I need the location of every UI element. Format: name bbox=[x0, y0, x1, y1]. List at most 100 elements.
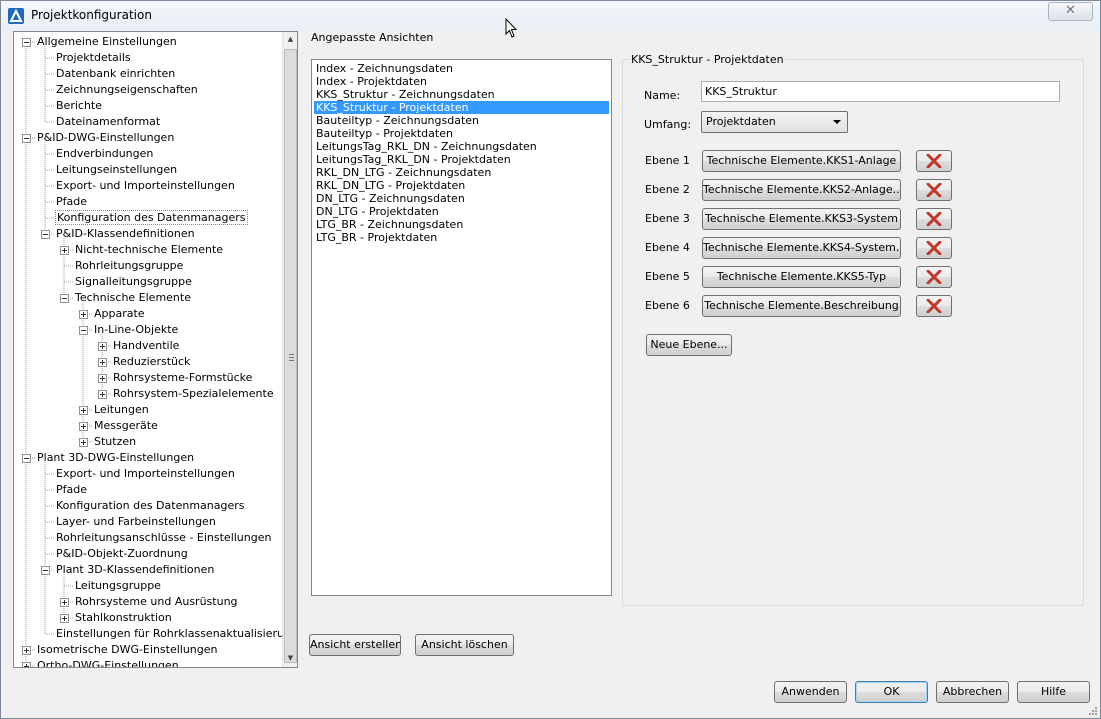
level-property-button[interactable]: Technische Elemente.KKS1-Anlage bbox=[702, 150, 901, 172]
tree-item[interactable]: In-Line-Objekte bbox=[79, 322, 179, 338]
help-button[interactable]: Hilfe bbox=[1017, 681, 1090, 703]
tree-item[interactable]: Datenbank einrichten bbox=[55, 66, 176, 82]
delete-level-button[interactable] bbox=[916, 266, 952, 288]
level-property-button[interactable]: Technische Elemente.KKS2-Anlage... bbox=[702, 179, 901, 201]
delete-level-button[interactable] bbox=[916, 150, 952, 172]
create-view-button[interactable]: Ansicht erstellen bbox=[309, 634, 401, 656]
view-list-item[interactable]: KKS_Struktur - Zeichnungsdaten bbox=[314, 88, 609, 101]
view-list-item[interactable]: Index - Projektdaten bbox=[314, 75, 609, 88]
level-property-button[interactable]: Technische Elemente.KKS3-System bbox=[702, 208, 901, 230]
collapse-minus-icon[interactable] bbox=[22, 134, 31, 143]
tree-item[interactable]: Handventile bbox=[98, 338, 180, 354]
tree-item[interactable]: P&ID-Klassendefinitionen bbox=[41, 226, 196, 242]
view-list-item[interactable]: RKL_DN_LTG - Projektdaten bbox=[314, 179, 609, 192]
expand-plus-icon[interactable] bbox=[98, 390, 107, 399]
collapse-minus-icon[interactable] bbox=[41, 230, 50, 239]
collapse-minus-icon[interactable] bbox=[22, 454, 31, 463]
tree-item[interactable]: Rohrsystem-Spezialelemente bbox=[98, 386, 275, 402]
delete-level-button[interactable] bbox=[916, 179, 952, 201]
tree-item[interactable]: Reduzierstück bbox=[98, 354, 191, 370]
expand-plus-icon[interactable] bbox=[22, 646, 31, 655]
view-list-item[interactable]: Bauteiltyp - Projektdaten bbox=[314, 127, 609, 140]
expand-plus-icon[interactable] bbox=[98, 358, 107, 367]
view-list-item[interactable]: DN_LTG - Projektdaten bbox=[314, 205, 609, 218]
view-list-item[interactable]: RKL_DN_LTG - Zeichnungsdaten bbox=[314, 166, 609, 179]
tree-item[interactable]: Konfiguration des Datenmanagers bbox=[55, 210, 248, 226]
expand-plus-icon[interactable] bbox=[79, 438, 88, 447]
collapse-minus-icon[interactable] bbox=[60, 294, 69, 303]
scroll-up-arrow-icon[interactable]: ▲ bbox=[283, 32, 298, 47]
delete-level-button[interactable] bbox=[916, 237, 952, 259]
level-property-button[interactable]: Technische Elemente.KKS4-System... bbox=[702, 237, 901, 259]
expand-plus-icon[interactable] bbox=[98, 374, 107, 383]
tree-item[interactable]: Messgeräte bbox=[79, 418, 159, 434]
collapse-minus-icon[interactable] bbox=[79, 326, 88, 335]
tree-item[interactable]: Export- und Importeinstellungen bbox=[55, 178, 236, 194]
tree-item[interactable]: Nicht-technische Elemente bbox=[60, 242, 224, 258]
tree-scrollbar[interactable]: ▲ ▼ bbox=[282, 32, 297, 667]
tree-item[interactable]: Plant 3D-DWG-Einstellungen bbox=[22, 450, 195, 466]
tree-item[interactable]: Einstellungen für Rohrklassenaktualisier… bbox=[55, 626, 297, 642]
cancel-button[interactable]: Abbrechen bbox=[936, 681, 1009, 703]
view-list-item[interactable]: LTG_BR - Projektdaten bbox=[314, 231, 609, 244]
expand-plus-icon[interactable] bbox=[79, 422, 88, 431]
tree-item[interactable]: Allgemeine Einstellungen bbox=[22, 34, 178, 50]
view-list-item[interactable]: Bauteiltyp - Zeichnungsdaten bbox=[314, 114, 609, 127]
tree-item[interactable]: Pfade bbox=[55, 194, 88, 210]
tree-item[interactable]: Berichte bbox=[55, 98, 103, 114]
close-button[interactable]: ✕ bbox=[1048, 2, 1093, 21]
delete-view-button[interactable]: Ansicht löschen bbox=[415, 634, 514, 656]
resize-grip-icon[interactable] bbox=[1086, 704, 1098, 716]
tree-item[interactable]: Leitungen bbox=[79, 402, 150, 418]
tree-item[interactable]: Dateinamenformat bbox=[55, 114, 161, 130]
delete-level-button[interactable] bbox=[916, 295, 952, 317]
settings-tree[interactable]: Allgemeine Einstellungen Projektdetails Da… bbox=[13, 31, 298, 668]
name-field[interactable]: KKS_Struktur bbox=[701, 81, 1060, 102]
tree-item[interactable]: Stahlkonstruktion bbox=[60, 610, 173, 626]
tree-item[interactable]: Projektdetails bbox=[55, 50, 132, 66]
collapse-minus-icon[interactable] bbox=[22, 38, 31, 47]
tree-item[interactable]: Ortho-DWG-Einstellungen bbox=[22, 658, 180, 667]
level-property-button[interactable]: Technische Elemente.Beschreibung bbox=[702, 295, 901, 317]
tree-item[interactable]: P&ID-Objekt-Zuordnung bbox=[55, 546, 189, 562]
expand-plus-icon[interactable] bbox=[60, 614, 69, 623]
tree-item[interactable]: Rohrsysteme und Ausrüstung bbox=[60, 594, 239, 610]
tree-item[interactable]: Rohrleitungsgruppe bbox=[74, 258, 184, 274]
tree-item[interactable]: Apparate bbox=[79, 306, 146, 322]
apply-button[interactable]: Anwenden bbox=[774, 681, 847, 703]
tree-item[interactable]: Export- und Importeinstellungen bbox=[55, 466, 236, 482]
tree-item[interactable]: Stutzen bbox=[79, 434, 137, 450]
tree-item[interactable]: Isometrische DWG-Einstellungen bbox=[22, 642, 219, 658]
scroll-down-arrow-icon[interactable]: ▼ bbox=[283, 651, 298, 666]
view-list-item[interactable]: KKS_Struktur - Projektdaten bbox=[314, 101, 609, 114]
view-list-item[interactable]: DN_LTG - Zeichnungsdaten bbox=[314, 192, 609, 205]
view-list-item[interactable]: Index - Zeichnungsdaten bbox=[314, 62, 609, 75]
scope-select[interactable]: Projektdaten bbox=[701, 111, 848, 133]
expand-plus-icon[interactable] bbox=[60, 598, 69, 607]
expand-plus-icon[interactable] bbox=[22, 662, 31, 667]
tree-item[interactable]: Technische Elemente bbox=[60, 290, 192, 306]
tree-item[interactable]: Pfade bbox=[55, 482, 88, 498]
delete-level-button[interactable] bbox=[916, 208, 952, 230]
expand-plus-icon[interactable] bbox=[79, 406, 88, 415]
expand-plus-icon[interactable] bbox=[98, 342, 107, 351]
tree-item[interactable]: Signalleitungsgruppe bbox=[74, 274, 193, 290]
view-list-item[interactable]: LTG_BR - Zeichnungsdaten bbox=[314, 218, 609, 231]
new-level-button[interactable]: Neue Ebene... bbox=[646, 334, 732, 356]
view-list-item[interactable]: LeitungsTag_RKL_DN - Zeichnungsdaten bbox=[314, 140, 609, 153]
tree-item[interactable]: Plant 3D-Klassendefinitionen bbox=[41, 562, 215, 578]
tree-item[interactable]: P&ID-DWG-Einstellungen bbox=[22, 130, 175, 146]
tree-item[interactable]: Leitungsgruppe bbox=[74, 578, 162, 594]
views-list[interactable]: Index - Zeichnungsdaten Index - Projektda… bbox=[311, 59, 612, 596]
ok-button[interactable]: OK bbox=[855, 681, 928, 703]
expand-plus-icon[interactable] bbox=[79, 310, 88, 319]
tree-item[interactable]: Layer- und Farbeinstellungen bbox=[55, 514, 217, 530]
collapse-minus-icon[interactable] bbox=[41, 566, 50, 575]
tree-item[interactable]: Rohrleitungsanschlüsse - Einstellungen bbox=[55, 530, 272, 546]
tree-item[interactable]: Rohrsysteme-Formstücke bbox=[98, 370, 253, 386]
tree-item[interactable]: Konfiguration des Datenmanagers bbox=[55, 498, 246, 514]
view-list-item[interactable]: LeitungsTag_RKL_DN - Projektdaten bbox=[314, 153, 609, 166]
tree-item[interactable]: Zeichnungseigenschaften bbox=[55, 82, 199, 98]
tree-item[interactable]: Endverbindungen bbox=[55, 146, 154, 162]
level-property-button[interactable]: Technische Elemente.KKS5-Typ bbox=[702, 266, 901, 288]
